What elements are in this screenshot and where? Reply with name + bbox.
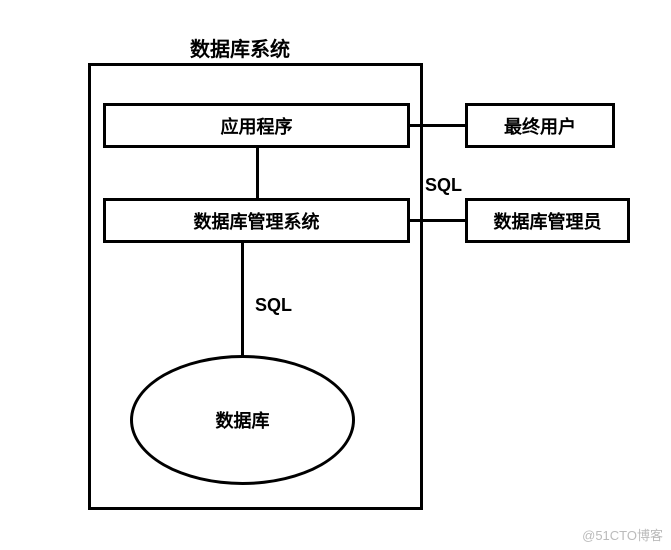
application-label: 应用程序 xyxy=(221,113,293,139)
sql-label-user: SQL xyxy=(425,175,462,196)
connector-dbms-db xyxy=(241,243,244,356)
database-ellipse: 数据库 xyxy=(130,355,355,485)
dba-box: 数据库管理员 xyxy=(465,198,630,243)
application-box: 应用程序 xyxy=(103,103,410,148)
connector-app-dbms xyxy=(256,148,259,198)
sql-label-db: SQL xyxy=(255,295,292,316)
dbms-label: 数据库管理系统 xyxy=(194,208,320,234)
database-label: 数据库 xyxy=(216,407,270,433)
connector-app-enduser xyxy=(410,124,465,127)
end-user-box: 最终用户 xyxy=(465,103,615,148)
dbms-box: 数据库管理系统 xyxy=(103,198,410,243)
end-user-label: 最终用户 xyxy=(504,113,576,139)
diagram-title: 数据库系统 xyxy=(190,33,290,62)
connector-dbms-dba xyxy=(410,219,465,222)
watermark: @51CTO博客 xyxy=(582,525,663,544)
dba-label: 数据库管理员 xyxy=(494,208,602,234)
